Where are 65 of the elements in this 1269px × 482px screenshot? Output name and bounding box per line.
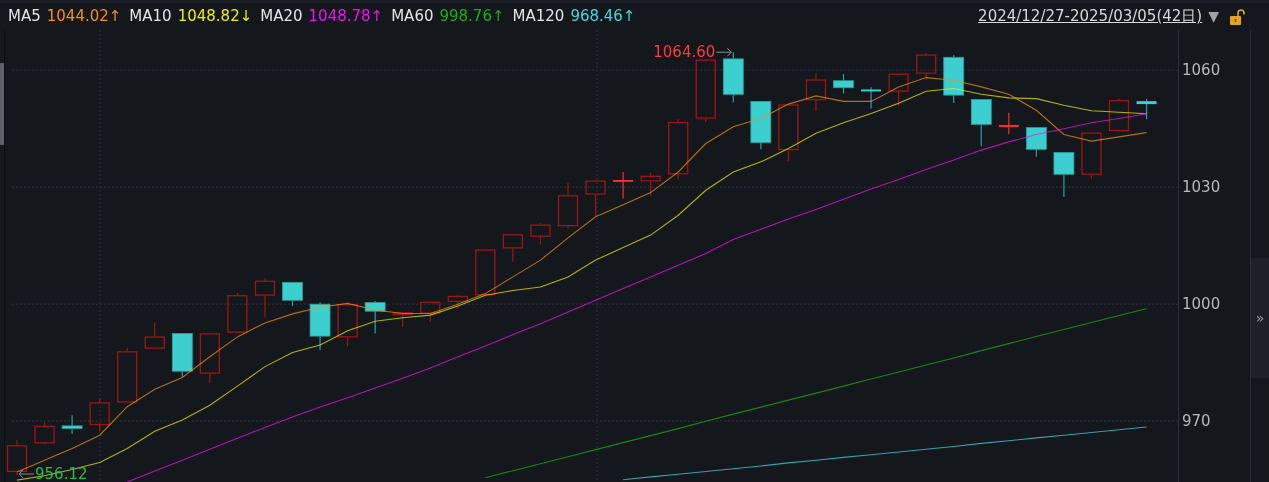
candlestick: [89, 397, 110, 432]
legend-value: 998.76↑: [439, 6, 505, 28]
candlestick: [778, 104, 799, 162]
legend-label: MA20: [260, 6, 303, 28]
candlestick: [6, 439, 28, 476]
candlestick: [254, 277, 276, 319]
candlestick: [199, 333, 220, 384]
candlestick: [557, 182, 579, 230]
candlestick: [585, 180, 606, 217]
price-label: 1064.60: [653, 42, 716, 61]
candlestick: [1136, 98, 1157, 120]
candlestick: [171, 333, 193, 378]
legend-value: 1044.02↑: [46, 6, 122, 28]
dropdown-arrow[interactable]: ▼: [1208, 6, 1219, 27]
leader-arrow: [18, 469, 35, 479]
candlestick: [337, 301, 358, 347]
legend-label: MA120: [512, 6, 565, 28]
legend-value: 968.46↑: [570, 6, 636, 28]
candlestick: [61, 414, 83, 435]
legend-label: MA5: [8, 6, 41, 28]
candlestick: [695, 59, 716, 123]
candlestick: [998, 112, 1019, 135]
candlestick: [1053, 152, 1075, 198]
candlestick: [420, 301, 441, 323]
candlestick: [722, 51, 744, 104]
candlestick: [309, 301, 331, 351]
legend-value: 1048.78↑: [308, 6, 384, 28]
candlestick: [943, 54, 965, 104]
legend-label: MA60: [391, 6, 434, 28]
price-label: 956.12: [35, 464, 88, 482]
legend-value: 1048.82↓: [177, 6, 253, 28]
candlestick: [34, 421, 55, 446]
axis-label: 1060: [1182, 60, 1221, 79]
candlestick: [447, 294, 468, 310]
candlestick: [668, 118, 689, 180]
candlestick: [392, 312, 413, 328]
candlestick: [916, 52, 937, 81]
candlestick: [364, 300, 386, 334]
candlestick: [888, 72, 909, 107]
scrollbar-thumb[interactable]: [0, 63, 4, 145]
date-range-link[interactable]: 2024/12/27-2025/03/05(42日): [978, 5, 1203, 28]
candlestick: [530, 222, 551, 246]
collapse-handle[interactable]: »: [1251, 258, 1269, 378]
candlestick: [282, 281, 303, 307]
candlestick: [117, 347, 138, 403]
candlestick: [1025, 127, 1047, 158]
candlestick: [805, 72, 827, 112]
candlestick: [833, 73, 854, 95]
candlestick: [640, 172, 661, 197]
axis-label: 1000: [1182, 294, 1221, 313]
candlestick: [1081, 132, 1102, 180]
legend-label: MA10: [129, 6, 172, 28]
candlestick: [502, 234, 524, 263]
candlestick: [227, 292, 248, 333]
candlestick: [144, 321, 165, 349]
axis-label: 970: [1182, 411, 1211, 430]
candlestick: [475, 248, 496, 297]
padlock-icon[interactable]: [1229, 8, 1245, 25]
candlestick: [1108, 98, 1130, 132]
candlestick: [613, 171, 634, 200]
axis-label: 1030: [1182, 177, 1221, 196]
candlestick: [970, 99, 992, 147]
leader-arrow: [715, 47, 732, 57]
candlestick: [861, 86, 882, 109]
candlestick: [750, 100, 772, 150]
